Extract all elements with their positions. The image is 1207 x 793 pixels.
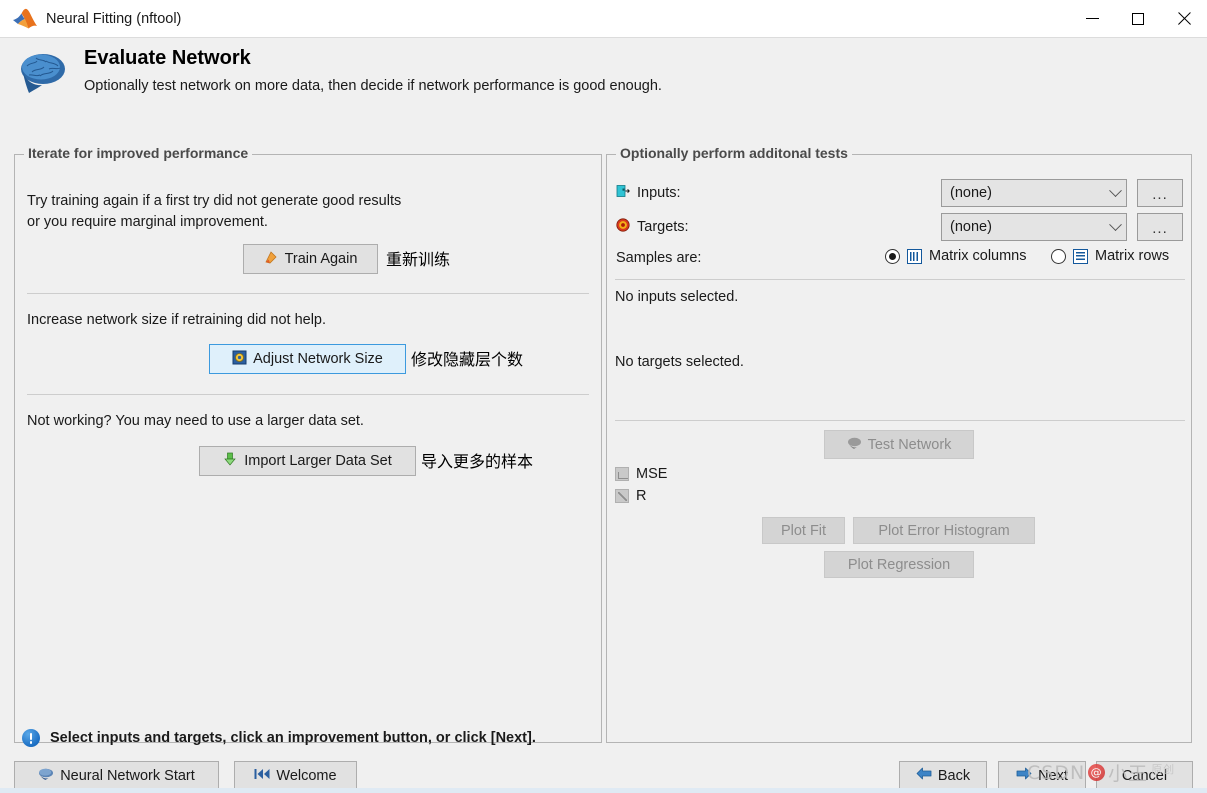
mse-icon: [615, 467, 629, 481]
divider-1: [27, 293, 589, 294]
adjust-network-size-button[interactable]: Adjust Network Size: [209, 344, 406, 374]
retrain-hint-line1: Try training again if a first try did no…: [27, 193, 402, 209]
divider-4: [615, 420, 1185, 421]
plot-fit-button[interactable]: Plot Fit: [762, 517, 845, 544]
page-title: Evaluate Network: [84, 47, 251, 69]
larger-dataset-hint: Not working? You may need to use a large…: [27, 413, 364, 429]
train-again-button[interactable]: Train Again: [243, 244, 378, 274]
radio-matrix-columns[interactable]: [885, 248, 900, 264]
retrain-hint-line2: or you require marginal improvement.: [27, 214, 268, 230]
welcome-button[interactable]: Welcome: [234, 761, 357, 790]
test-network-label: Test Network: [867, 436, 952, 453]
info-icon: [22, 729, 40, 747]
import-larger-data-set-button[interactable]: Import Larger Data Set: [199, 446, 416, 476]
brain-small-icon: [847, 436, 862, 453]
matlab-membrane-icon: [12, 8, 38, 30]
arrow-right-icon: [1016, 767, 1032, 784]
targets-browse-label: ...: [1152, 220, 1168, 237]
iterate-performance-panel: Iterate for improved performance Try tra…: [14, 145, 602, 743]
mse-label: MSE: [636, 466, 668, 482]
next-button[interactable]: Next: [998, 761, 1086, 790]
inputs-value: (none): [950, 185, 992, 201]
no-targets-status: No targets selected.: [615, 354, 744, 370]
targets-icon: [616, 218, 630, 236]
plot-error-histogram-label: Plot Error Histogram: [878, 522, 1010, 539]
close-icon: [1177, 12, 1191, 26]
plot-fit-label: Plot Fit: [780, 522, 827, 539]
test-network-button[interactable]: Test Network: [824, 430, 974, 459]
iterate-performance-legend: Iterate for improved performance: [24, 145, 253, 161]
bottom-separator: [0, 788, 1207, 793]
no-inputs-status: No inputs selected.: [615, 289, 739, 305]
plot-regression-button[interactable]: Plot Regression: [824, 551, 974, 578]
inputs-select[interactable]: (none): [941, 179, 1127, 207]
samples-matrix-rows-option[interactable]: Matrix rows: [1051, 248, 1169, 264]
targets-browse-button[interactable]: ...: [1137, 213, 1183, 241]
additional-tests-legend: Optionally perform additonal tests: [616, 145, 852, 161]
divider-3: [615, 279, 1185, 280]
back-label: Back: [937, 767, 971, 784]
matrix-columns-label: Matrix columns: [929, 248, 1027, 264]
import-larger-data-set-note: 导入更多的样本: [421, 452, 534, 471]
minimize-button[interactable]: [1069, 0, 1115, 37]
divider-2: [27, 394, 589, 395]
status-message: Select inputs and targets, click an impr…: [50, 730, 536, 746]
matrix-rows-icon: [1073, 248, 1088, 264]
minimize-icon: [1085, 18, 1099, 19]
window-title: Neural Fitting (nftool): [46, 10, 182, 27]
matrix-columns-icon: [907, 248, 922, 264]
mse-row: MSE: [615, 466, 667, 482]
radio-matrix-rows[interactable]: [1051, 248, 1066, 264]
neural-network-start-label: Neural Network Start: [60, 767, 195, 784]
r-label: R: [636, 488, 647, 504]
targets-row: Targets:: [616, 218, 689, 236]
import-icon: [223, 452, 238, 471]
inputs-browse-label: ...: [1152, 186, 1168, 203]
arrow-left-icon: [916, 767, 932, 784]
inputs-row: Inputs:: [616, 184, 681, 202]
welcome-label: Welcome: [276, 767, 337, 784]
title-bar: Neural Fitting (nftool): [0, 0, 1207, 37]
increase-size-hint: Increase network size if retraining did …: [27, 312, 327, 328]
neural-network-start-button[interactable]: Neural Network Start: [14, 761, 219, 790]
train-again-note: 重新训练: [386, 250, 451, 269]
maximize-button[interactable]: [1115, 0, 1161, 37]
page-header: Evaluate Network Optionally test network…: [0, 38, 1207, 106]
targets-select[interactable]: (none): [941, 213, 1127, 241]
maximize-icon: [1132, 12, 1144, 25]
plot-regression-label: Plot Regression: [847, 556, 951, 573]
import-larger-data-set-label: Import Larger Data Set: [244, 453, 392, 469]
page-subtitle: Optionally test network on more data, th…: [84, 78, 662, 94]
back-button[interactable]: Back: [899, 761, 987, 790]
nftool-window: Neural Fitting (nftool) Evaluate Network…: [0, 0, 1207, 793]
client-area: Evaluate Network Optionally test network…: [0, 37, 1207, 793]
network-size-icon: [232, 350, 247, 369]
rewind-icon: [254, 768, 270, 784]
inputs-label: Inputs:: [637, 185, 681, 201]
next-label: Next: [1038, 767, 1068, 784]
inputs-browse-button[interactable]: ...: [1137, 179, 1183, 207]
adjust-network-size-label: Adjust Network Size: [253, 351, 383, 367]
r-row: R: [615, 488, 646, 504]
samples-matrix-columns-option[interactable]: Matrix columns: [885, 248, 1027, 264]
chevron-down-icon: [1104, 217, 1126, 232]
targets-value: (none): [950, 219, 992, 235]
retrain-icon: [264, 250, 279, 269]
r-icon: [615, 489, 629, 503]
chevron-down-icon: [1104, 183, 1126, 198]
adjust-network-size-note: 修改隐藏层个数: [411, 350, 524, 369]
close-button[interactable]: [1161, 0, 1207, 37]
train-again-label: Train Again: [284, 251, 358, 267]
plot-error-histogram-button[interactable]: Plot Error Histogram: [853, 517, 1035, 544]
additional-tests-panel: Optionally perform additonal tests Input…: [606, 145, 1192, 743]
inputs-icon: [616, 184, 630, 202]
matrix-rows-label: Matrix rows: [1095, 248, 1170, 264]
status-bar: Select inputs and targets, click an impr…: [22, 729, 536, 747]
brain-small-icon: [38, 767, 54, 784]
cancel-label: Cancel: [1121, 767, 1168, 784]
samples-are-label: Samples are:: [616, 250, 702, 266]
cancel-button[interactable]: Cancel: [1096, 761, 1193, 790]
brain-icon: [18, 50, 68, 94]
targets-label: Targets:: [637, 219, 689, 235]
